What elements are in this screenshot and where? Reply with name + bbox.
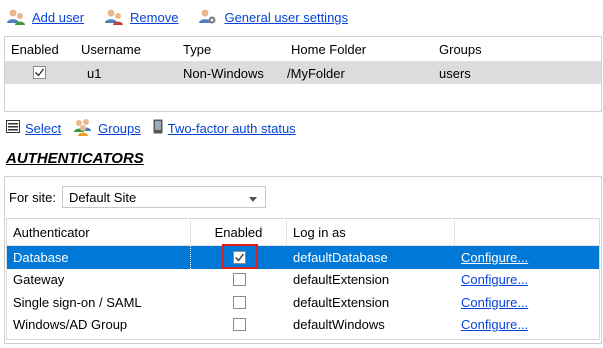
- select-button[interactable]: Select: [6, 120, 61, 136]
- header-home-folder[interactable]: Home Folder: [285, 42, 433, 57]
- groups-button[interactable]: Groups: [73, 118, 141, 139]
- users-table-header: Enabled Username Type Home Folder Groups: [5, 37, 601, 62]
- configure-gateway-link[interactable]: Configure...: [461, 272, 528, 287]
- user-settings-icon: [198, 8, 218, 26]
- add-user-icon: [6, 8, 26, 26]
- table-row[interactable]: u1 Non-Windows /MyFolder users: [5, 62, 601, 84]
- user-home-folder: /MyFolder: [287, 65, 345, 81]
- authenticator-login-as: defaultExtension: [293, 272, 390, 288]
- header-type[interactable]: Type: [177, 42, 285, 57]
- site-label: For site:: [9, 189, 56, 205]
- chevron-down-icon: [248, 190, 257, 205]
- authenticators-title: AUTHENTICATORS: [6, 150, 144, 167]
- authenticator-row-database[interactable]: Database defaultDatabase Configure...: [7, 246, 599, 269]
- authenticator-login-as: defaultDatabase: [293, 249, 388, 265]
- configure-database-link[interactable]: Configure...: [461, 250, 528, 265]
- gateway-enabled-checkbox[interactable]: [232, 273, 246, 287]
- user-enabled-checkbox[interactable]: [33, 65, 46, 79]
- header-auth-enabled[interactable]: Enabled: [191, 219, 287, 245]
- authenticator-name: Windows/AD Group: [13, 317, 128, 333]
- remove-user-button[interactable]: Remove: [104, 8, 178, 26]
- configure-saml-link[interactable]: Configure...: [461, 295, 528, 310]
- user-groups: users: [439, 65, 471, 81]
- authenticator-login-as: defaultExtension: [293, 294, 390, 310]
- add-user-link[interactable]: Add user: [32, 10, 84, 25]
- select-link[interactable]: Select: [25, 121, 61, 136]
- add-user-button[interactable]: Add user: [6, 8, 84, 26]
- site-selector-row: For site: Default Site: [6, 186, 266, 208]
- header-enabled[interactable]: Enabled: [5, 42, 75, 57]
- site-select-value: Default Site: [68, 189, 137, 205]
- authenticators-table-header: Authenticator Enabled Log in as: [7, 219, 599, 246]
- remove-user-link[interactable]: Remove: [130, 10, 178, 25]
- groups-icon: [73, 118, 93, 139]
- header-groups[interactable]: Groups: [433, 42, 553, 57]
- list-icon: [6, 120, 20, 136]
- general-user-settings-button[interactable]: General user settings: [198, 8, 348, 26]
- user-type: Non-Windows: [183, 65, 264, 81]
- authenticator-name: Database: [7, 246, 191, 269]
- general-user-settings-link[interactable]: General user settings: [224, 10, 348, 25]
- authenticator-row-gateway[interactable]: Gateway defaultExtension Configure...: [7, 269, 599, 292]
- selection-toolbar: Select Groups Two-factor auth status: [6, 118, 296, 138]
- authenticator-name: Single sign-on / SAML: [13, 294, 142, 310]
- users-table: Enabled Username Type Home Folder Groups…: [4, 36, 602, 112]
- phone-icon: [153, 119, 163, 137]
- header-authenticator[interactable]: Authenticator: [7, 219, 191, 245]
- authenticator-name: Gateway: [13, 272, 65, 288]
- authenticators-table: Authenticator Enabled Log in as Database…: [6, 218, 600, 340]
- groups-link[interactable]: Groups: [98, 121, 141, 136]
- header-log-in-as[interactable]: Log in as: [287, 219, 455, 245]
- user-username: u1: [87, 65, 102, 81]
- user-toolbar: Add user Remove General user settings: [6, 6, 348, 28]
- remove-user-icon: [104, 8, 124, 26]
- authenticator-login-as: defaultWindows: [293, 317, 385, 333]
- configure-windows-ad-link[interactable]: Configure...: [461, 317, 528, 332]
- saml-enabled-checkbox[interactable]: [232, 295, 246, 309]
- authenticator-row-saml[interactable]: Single sign-on / SAML defaultExtension C…: [7, 291, 599, 314]
- header-username[interactable]: Username: [75, 42, 177, 57]
- two-factor-status-link[interactable]: Two-factor auth status: [168, 121, 296, 136]
- highlight-annotation: [222, 244, 258, 269]
- authenticator-row-windows-ad[interactable]: Windows/AD Group defaultWindows Configur…: [7, 314, 599, 337]
- windows-ad-enabled-checkbox[interactable]: [232, 318, 246, 332]
- two-factor-status-button[interactable]: Two-factor auth status: [153, 119, 296, 137]
- site-select[interactable]: Default Site: [61, 186, 266, 208]
